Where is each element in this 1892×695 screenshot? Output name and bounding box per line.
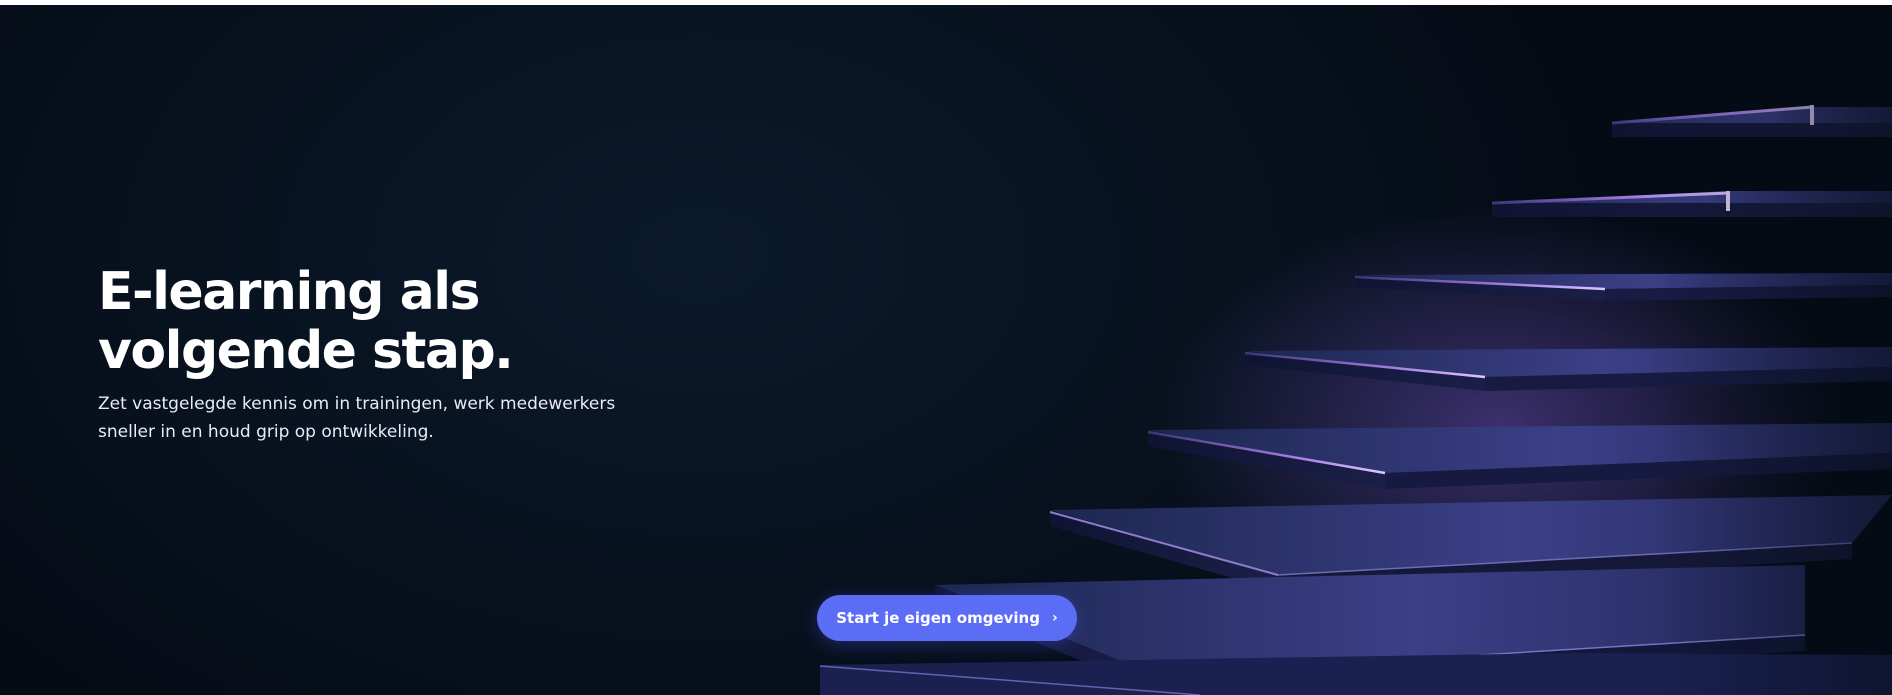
chevron-right-icon: ›	[1051, 610, 1058, 626]
start-environment-button-label: Start je eigen omgeving	[836, 609, 1040, 627]
hero-headline-line1: E-learning als	[98, 262, 480, 322]
hero-subtitle: Zet vastgelegde kennis om in trainingen,…	[98, 390, 658, 446]
hero-subtitle-line1: Zet vastgelegde kennis om in trainingen,…	[98, 394, 616, 414]
hero-subtitle-line2: sneller in en houd grip op ontwikkeling.	[98, 422, 434, 442]
hero-headline-line2: volgende stap.	[98, 321, 514, 381]
hero-headline: E-learning als volgende stap.	[98, 262, 514, 381]
start-environment-button[interactable]: Start je eigen omgeving ›	[817, 595, 1077, 641]
hero-section: E-learning als volgende stap. Zet vastge…	[0, 5, 1892, 695]
